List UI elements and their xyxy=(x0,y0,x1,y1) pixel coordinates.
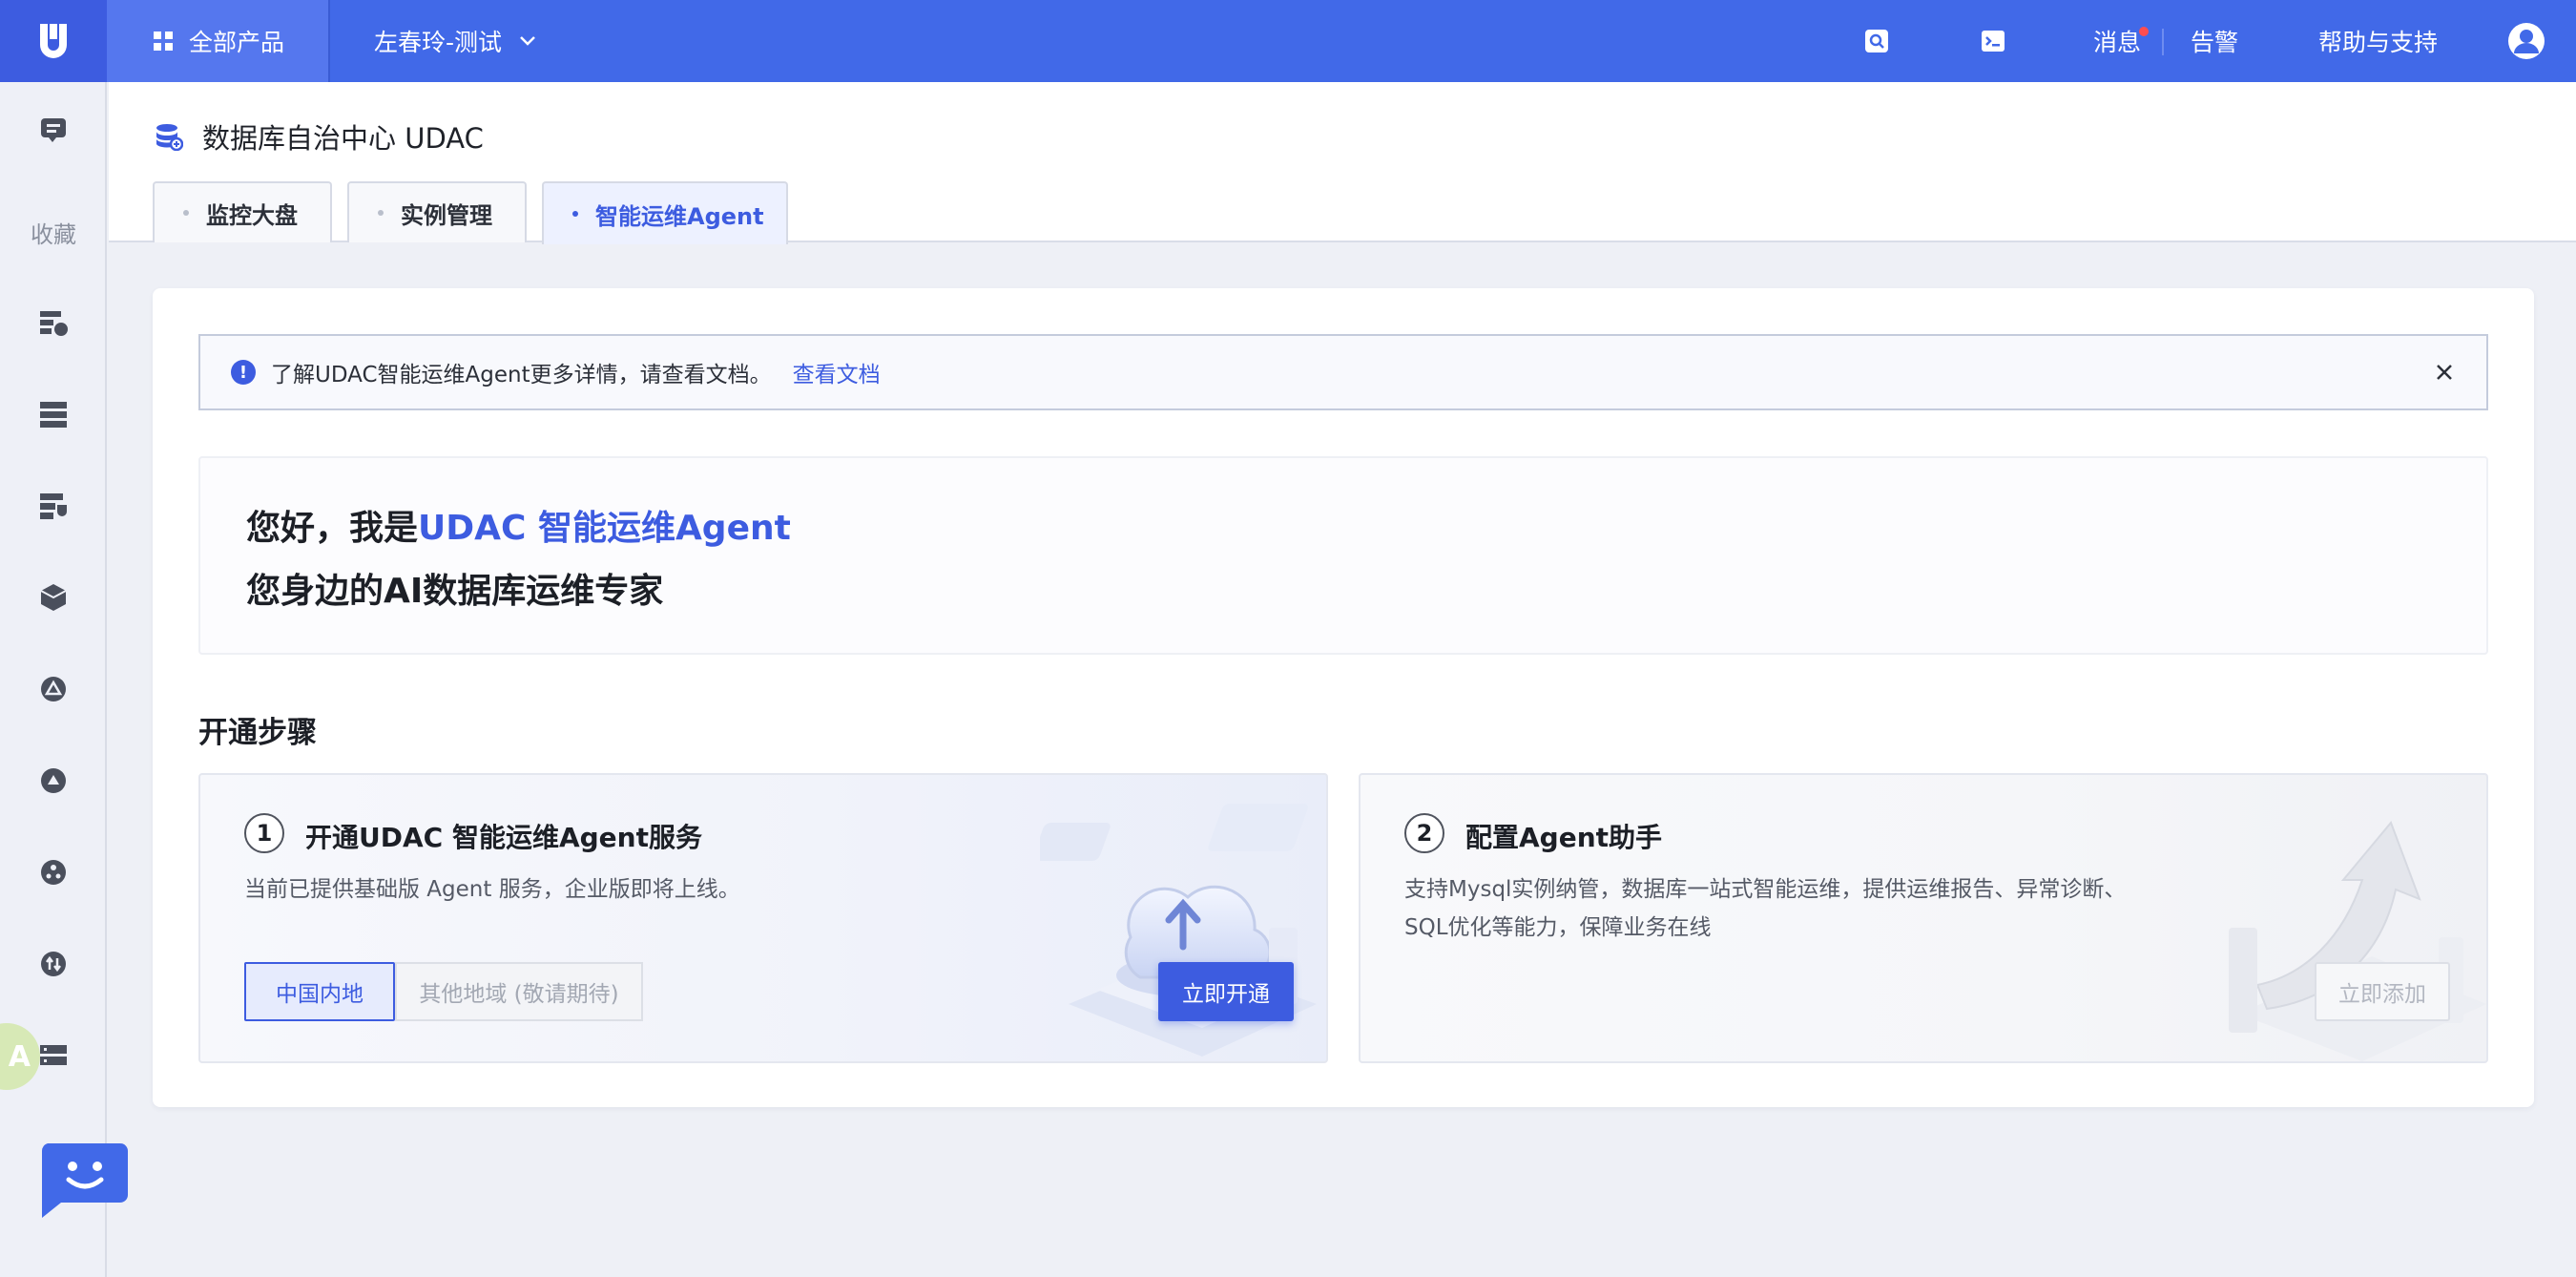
top-bar: 全部产品 左春玲-测试 消息 告警 帮助与支持 xyxy=(107,0,2576,82)
page-title: 数据库自治中心 UDAC xyxy=(155,116,484,157)
help-support-link[interactable]: 帮助与支持 xyxy=(2318,0,2438,82)
tab-label: 监控大盘 xyxy=(206,201,298,229)
left-rail: 收藏 A xyxy=(0,0,128,1277)
database-icon xyxy=(156,124,183,151)
view-docs-link[interactable]: 查看文档 xyxy=(793,356,881,388)
info-notice: ! 了解UDAC智能运维Agent更多详情，请查看文档。 查看文档 xyxy=(198,334,2488,410)
terminal-icon[interactable] xyxy=(1981,0,2005,82)
database-cloud-icon[interactable] xyxy=(34,304,73,342)
favorites-label[interactable]: 收藏 xyxy=(0,216,107,249)
info-icon: ! xyxy=(231,360,256,385)
add-now-button[interactable]: 立即添加 xyxy=(2315,962,2450,1021)
step-description: 支持Mysql实例纳管，数据库一站式智能运维，提供运维报告、异常诊断、SQL优化… xyxy=(1404,877,2127,940)
welcome-prefix: 您好，我是 xyxy=(246,509,419,548)
triangle-circle-icon[interactable] xyxy=(34,670,73,708)
cube-icon[interactable] xyxy=(34,578,73,617)
welcome-banner: 您好，我是UDAC 智能运维Agent 您身边的AI数据库运维专家 xyxy=(198,456,2488,655)
storage-icon[interactable] xyxy=(34,1036,73,1075)
unread-badge xyxy=(2139,27,2149,36)
chevron-down-icon xyxy=(520,36,535,46)
tab-dot xyxy=(183,210,189,216)
assistant-chat-icon[interactable] xyxy=(40,1143,128,1218)
alerts-link[interactable]: 告警 xyxy=(2191,0,2238,82)
cloud-drive-icon[interactable] xyxy=(34,762,73,800)
page-title-text: 数据库自治中心 UDAC xyxy=(202,122,484,155)
product-name: UDAC 智能运维Agent xyxy=(418,509,791,548)
tab-dot xyxy=(378,210,384,216)
messages-label: 消息 xyxy=(2093,29,2142,56)
tab-label: 实例管理 xyxy=(401,201,492,229)
welcome-subheading: 您身边的AI数据库运维专家 xyxy=(246,572,664,611)
region-other-button[interactable]: 其他地域 (敬请期待) xyxy=(395,962,643,1021)
step-description: 当前已提供基础版 Agent 服务，企业版即将上线。 xyxy=(244,877,740,902)
step-number: 1 xyxy=(244,813,284,853)
project-selector[interactable]: 左春玲-测试 xyxy=(374,0,536,82)
step-number: 2 xyxy=(1404,813,1444,853)
step-card-configure-agent: 2 配置Agent助手 支持Mysql实例纳管，数据库一站式智能运维，提供运维报… xyxy=(1359,773,2488,1063)
chat-bubble-icon[interactable] xyxy=(34,111,73,149)
all-products-label: 全部产品 xyxy=(189,29,285,56)
welcome-heading: 您好，我是UDAC 智能运维Agent xyxy=(246,500,791,550)
main-card: ! 了解UDAC智能运维Agent更多详情，请查看文档。 查看文档 您好，我是U… xyxy=(153,288,2534,1107)
steps-title: 开通步骤 xyxy=(198,716,317,750)
tab-instance-management[interactable]: 实例管理 xyxy=(347,181,527,242)
region-china-mainland-button[interactable]: 中国内地 xyxy=(244,962,395,1021)
step-title: 开通UDAC 智能运维Agent服务 xyxy=(305,822,702,853)
divider xyxy=(2162,29,2164,55)
brand-logo[interactable] xyxy=(0,0,107,82)
search-icon[interactable] xyxy=(1864,0,1889,82)
page-header: 数据库自治中心 UDAC 监控大盘 实例管理 智能运维Agent xyxy=(109,82,2576,244)
messages-link[interactable]: 消息 xyxy=(2093,0,2141,82)
notice-text: 了解UDAC智能运维Agent更多详情，请查看文档。 xyxy=(271,363,772,387)
enable-now-button[interactable]: 立即开通 xyxy=(1158,962,1294,1021)
step-title: 配置Agent助手 xyxy=(1465,822,1663,853)
grid-icon xyxy=(154,31,173,51)
server-list-icon[interactable] xyxy=(34,395,73,433)
database-shield-icon[interactable] xyxy=(34,487,73,525)
tab-agent[interactable]: 智能运维Agent xyxy=(542,181,788,244)
tab-dot xyxy=(572,211,578,217)
arrow-illustration-icon xyxy=(2229,821,2486,1061)
tab-monitor-dashboard[interactable]: 监控大盘 xyxy=(153,181,332,242)
alerts-label: 告警 xyxy=(2191,29,2239,56)
transfer-icon[interactable] xyxy=(34,945,73,983)
user-avatar-icon[interactable] xyxy=(2507,0,2545,82)
network-icon[interactable] xyxy=(34,853,73,891)
close-icon[interactable] xyxy=(2429,357,2460,387)
translate-icon[interactable]: A xyxy=(0,1023,40,1090)
logo-icon xyxy=(40,24,67,58)
project-label: 左春玲-测试 xyxy=(374,29,503,56)
all-products-button[interactable]: 全部产品 xyxy=(107,0,330,82)
help-label: 帮助与支持 xyxy=(2318,29,2439,56)
tab-label: 智能运维Agent xyxy=(595,202,764,230)
step-card-enable-service: 1 开通UDAC 智能运维Agent服务 当前已提供基础版 Agent 服务，企… xyxy=(198,773,1328,1063)
